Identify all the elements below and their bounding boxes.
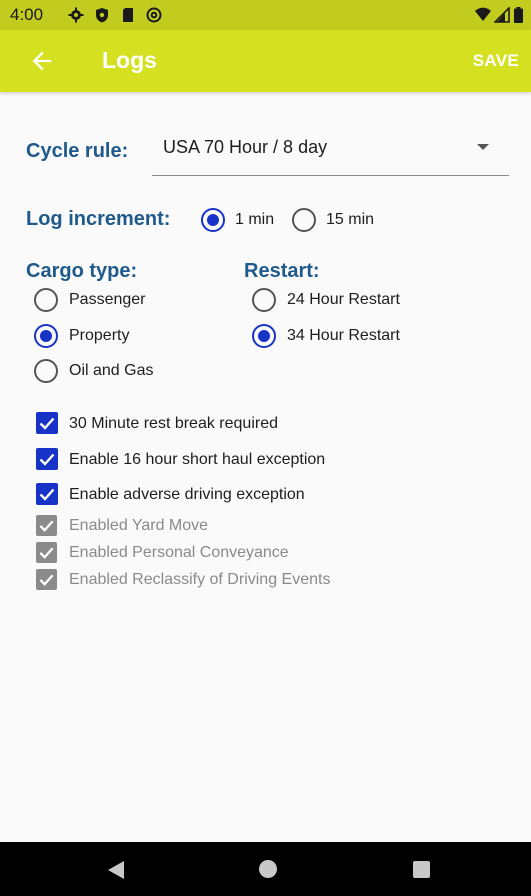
page-title: Logs <box>102 47 157 73</box>
log-increment-1min-radio[interactable] <box>201 208 225 232</box>
settings-icon <box>68 7 84 23</box>
log-increment-15min-radio[interactable] <box>292 208 316 232</box>
checkmark-icon <box>39 574 54 586</box>
log-increment-1min-label: 1 min <box>235 211 275 228</box>
cargo-passenger-label: Passenger <box>69 291 146 308</box>
back-nav-icon[interactable] <box>106 860 126 880</box>
signal-icon <box>494 7 510 23</box>
yard-move-checkbox <box>36 515 57 536</box>
log-increment-15min-label: 15 min <box>326 211 375 228</box>
battery-icon <box>514 7 523 23</box>
cycle-rule-value: USA 70 Hour / 8 day <box>163 137 328 157</box>
sd-card-icon <box>123 8 133 22</box>
at-icon <box>146 7 162 23</box>
restart-label: Restart: <box>244 260 320 282</box>
yard-move-label: Enabled Yard Move <box>69 517 209 534</box>
cycle-rule-dropdown[interactable]: USA 70 Hour / 8 day <box>152 128 509 176</box>
cargo-oil-gas-label: Oil and Gas <box>69 362 154 379</box>
checkmark-icon <box>39 547 54 559</box>
adverse-driving-label: Enable adverse driving exception <box>69 486 305 503</box>
checkmark-icon <box>39 417 55 430</box>
adverse-driving-checkbox[interactable] <box>36 483 58 505</box>
personal-conveyance-label: Enabled Personal Conveyance <box>69 544 289 561</box>
cargo-passenger-radio[interactable] <box>34 288 58 312</box>
cycle-rule-label: Cycle rule: <box>26 140 129 162</box>
restart-24h-radio[interactable] <box>252 288 276 312</box>
restart-34h-radio[interactable] <box>252 324 276 348</box>
save-button[interactable]: SAVE <box>473 51 519 71</box>
cargo-oil-gas-radio[interactable] <box>34 359 58 383</box>
short-haul-checkbox[interactable] <box>36 448 58 470</box>
status-time: 4:00 <box>10 5 44 24</box>
short-haul-label: Enable 16 hour short haul exception <box>69 451 326 468</box>
dropdown-arrow-icon <box>477 144 489 150</box>
restart-24h-label: 24 Hour Restart <box>287 291 400 308</box>
reclassify-label: Enabled Reclassify of Driving Events <box>69 571 331 588</box>
wifi-icon <box>475 7 491 21</box>
settings-form: Cycle rule: USA 70 Hour / 8 day Log incr… <box>0 92 531 842</box>
cargo-property-label: Property <box>69 327 130 344</box>
recents-nav-icon[interactable] <box>412 860 431 879</box>
app-bar: Logs SAVE <box>0 30 531 92</box>
checkmark-icon <box>39 520 54 532</box>
system-nav-bar <box>0 842 531 896</box>
home-nav-icon[interactable] <box>258 859 278 879</box>
shield-icon <box>96 8 108 23</box>
restart-34h-label: 34 Hour Restart <box>287 327 400 344</box>
personal-conveyance-checkbox <box>36 542 57 563</box>
checkmark-icon <box>39 453 55 466</box>
checkmark-icon <box>39 488 55 501</box>
cargo-type-label: Cargo type: <box>26 260 138 282</box>
log-increment-label: Log increment: <box>26 208 171 230</box>
status-bar: 4:00 <box>0 0 531 30</box>
rest-break-checkbox[interactable] <box>36 412 58 434</box>
cargo-property-radio[interactable] <box>34 324 58 348</box>
reclassify-checkbox <box>36 569 57 590</box>
rest-break-label: 30 Minute rest break required <box>69 415 278 432</box>
arrow-back-icon[interactable] <box>28 47 56 75</box>
